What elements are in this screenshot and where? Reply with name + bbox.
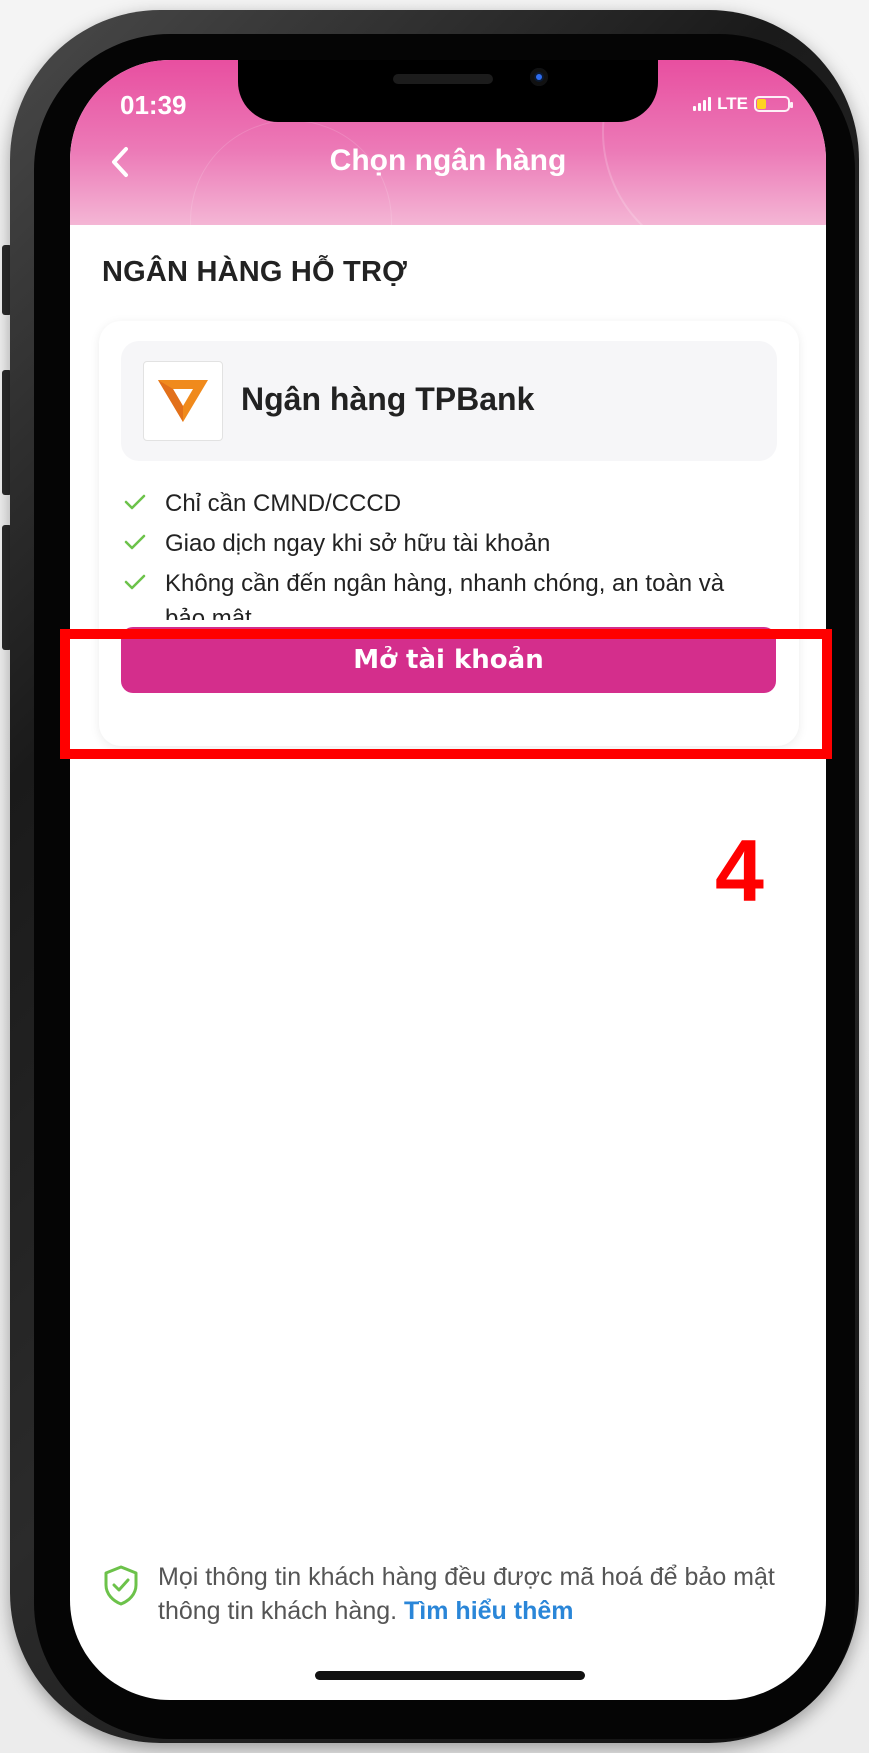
list-item: Không cần đến ngân hàng, nhanh chóng, an…: [119, 566, 769, 620]
home-indicator[interactable]: [315, 1671, 585, 1680]
page-title: Chọn ngân hàng: [329, 144, 567, 177]
network-type: LTE: [717, 94, 748, 113]
screenshot-scene: 01:39 LTE Chọn ngân hàng NGÂN HÀNG HỖ TR…: [0, 0, 869, 1753]
signal-icon: [693, 97, 712, 111]
status-indicators: LTE: [693, 94, 793, 114]
battery-level: [757, 99, 766, 109]
check-icon: [119, 526, 151, 558]
bank-name: Ngân hàng TPBank: [241, 381, 535, 417]
annotation-step-number: 4: [715, 821, 764, 920]
phone-screen: 01:39 LTE Chọn ngân hàng NGÂN HÀNG HỖ TR…: [70, 60, 826, 1700]
annotation-highlight-box: [60, 629, 832, 759]
front-camera: [530, 68, 548, 86]
battery-icon: [754, 96, 793, 112]
feature-text: Chỉ cần CMND/CCCD: [165, 490, 402, 517]
list-item: Giao dịch ngay khi sở hữu tài khoản: [119, 526, 769, 561]
feature-list: Chỉ cần CMND/CCCD Giao dịch ngay khi sở …: [119, 486, 769, 620]
security-note: Mọi thông tin khách hàng đều được mã hoá…: [102, 1560, 792, 1628]
section-title: NGÂN HÀNG HỖ TRỢ: [102, 256, 408, 288]
speaker-grille: [393, 74, 493, 84]
learn-more-link[interactable]: Tìm hiểu thêm: [404, 1597, 573, 1625]
feature-text: Giao dịch ngay khi sở hữu tài khoản: [165, 530, 551, 557]
security-note-text: Mọi thông tin khách hàng đều được mã hoá…: [158, 1560, 792, 1628]
shield-check-icon: [104, 1565, 138, 1606]
tpbank-logo-icon: [158, 380, 208, 422]
feature-text: Không cần đến ngân hàng, nhanh chóng, an…: [165, 570, 725, 620]
status-time: 01:39: [120, 90, 187, 120]
bank-logo: [143, 361, 223, 441]
check-icon: [119, 486, 151, 518]
check-icon: [119, 566, 151, 598]
bank-row[interactable]: Ngân hàng TPBank: [121, 341, 777, 461]
list-item: Chỉ cần CMND/CCCD: [119, 486, 769, 521]
phone-notch: [238, 60, 658, 122]
